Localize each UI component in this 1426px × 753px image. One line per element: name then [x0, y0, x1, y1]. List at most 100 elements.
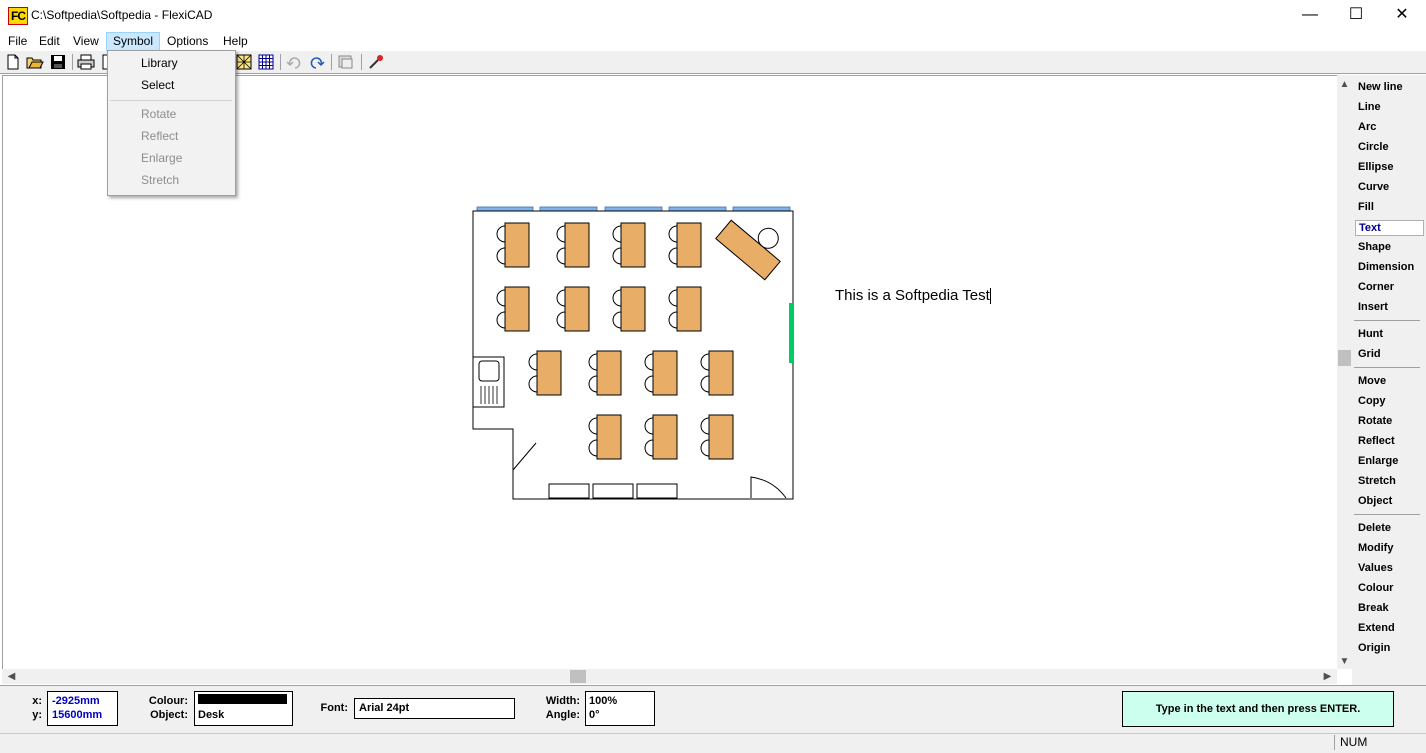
desk: [708, 350, 734, 396]
command-separator: [1354, 320, 1420, 321]
text-entry[interactable]: This is a Softpedia Test: [835, 287, 991, 305]
symbol-menu-enlarge: Enlarge: [141, 151, 183, 165]
title-bar: [0, 0, 1426, 31]
desk: [596, 414, 622, 460]
close-button[interactable]: ✕: [1379, 0, 1425, 31]
font-label: Font:: [320, 702, 348, 714]
vertical-scrollbar[interactable]: [1337, 75, 1352, 669]
angle-label: Angle:: [545, 709, 580, 721]
command-line[interactable]: Line: [1358, 99, 1381, 115]
horizontal-scrollbar[interactable]: [2, 669, 1337, 684]
command-insert[interactable]: Insert: [1358, 299, 1388, 315]
command-dimension[interactable]: Dimension: [1358, 259, 1414, 275]
command-stretch[interactable]: Stretch: [1358, 473, 1396, 489]
sink: [472, 356, 505, 408]
menu-help[interactable]: Help: [217, 32, 254, 50]
command-separator: [1354, 367, 1420, 368]
menu-view[interactable]: View: [67, 32, 105, 50]
object-value: Desk: [198, 709, 225, 721]
maximize-button[interactable]: ☐: [1333, 0, 1379, 31]
door-swing-left: [512, 442, 537, 471]
desk: [504, 222, 530, 268]
command-move[interactable]: Move: [1358, 373, 1386, 389]
symbol-menu-rotate: Rotate: [141, 107, 177, 121]
desk: [564, 286, 590, 332]
toolbar-separator: [331, 54, 332, 70]
desk: [708, 414, 734, 460]
colour-swatch[interactable]: [198, 694, 287, 704]
command-values[interactable]: Values: [1358, 560, 1393, 576]
desk: [676, 286, 702, 332]
door-swing-right: [750, 476, 787, 499]
toolbar-separator: [72, 54, 73, 70]
command-grid[interactable]: Grid: [1358, 346, 1381, 362]
hatch-icon[interactable]: [235, 53, 253, 71]
desk: [620, 286, 646, 332]
desk-rotated: [715, 219, 781, 281]
window-strips: [476, 206, 791, 212]
copy-screen-icon[interactable]: [337, 53, 355, 71]
undo-icon[interactable]: [285, 53, 303, 71]
door-marker: [789, 303, 793, 363]
command-fill[interactable]: Fill: [1358, 199, 1374, 215]
desk: [504, 286, 530, 332]
command-delete[interactable]: Delete: [1358, 520, 1391, 536]
command-reflect[interactable]: Reflect: [1358, 433, 1395, 449]
vertical-scroll-thumb[interactable]: [1338, 350, 1351, 366]
command-arc[interactable]: Arc: [1358, 119, 1376, 135]
command-text[interactable]: Text: [1355, 220, 1424, 236]
command-object[interactable]: Object: [1358, 493, 1392, 509]
app-icon: FC: [8, 7, 28, 25]
command-break[interactable]: Break: [1358, 600, 1389, 616]
colour-label: Colour:: [148, 695, 188, 707]
horizontal-scroll-thumb[interactable]: [570, 670, 586, 683]
symbol-menu-library[interactable]: Library: [141, 53, 178, 73]
command-hunt[interactable]: Hunt: [1358, 326, 1383, 342]
scroll-up-icon[interactable]: ▲: [1337, 77, 1352, 92]
toolbar-separator: [361, 54, 362, 70]
object-label: Object:: [150, 709, 188, 721]
symbol-menu-stretch: Stretch: [141, 173, 180, 187]
grid-icon[interactable]: [257, 53, 275, 71]
floor-plan-drawing[interactable]: [468, 200, 798, 505]
desk: [596, 350, 622, 396]
scroll-left-icon[interactable]: ◀: [4, 669, 19, 684]
new-file-icon[interactable]: [4, 53, 22, 71]
desk: [536, 350, 562, 396]
cupboards: [548, 483, 678, 499]
scroll-down-icon[interactable]: ▼: [1337, 654, 1352, 669]
command-separator: [1354, 514, 1420, 515]
command-modify[interactable]: Modify: [1358, 540, 1393, 556]
font-value: Arial 24pt: [359, 702, 410, 714]
width-value: 100%: [589, 695, 618, 707]
command-extend[interactable]: Extend: [1358, 620, 1395, 636]
command-colour[interactable]: Colour: [1358, 580, 1393, 596]
desk: [620, 222, 646, 268]
open-folder-icon[interactable]: [26, 53, 44, 71]
y-label: y:: [32, 709, 42, 721]
save-icon[interactable]: [49, 53, 67, 71]
menu-edit[interactable]: Edit: [33, 32, 66, 50]
eyedropper-icon[interactable]: [367, 53, 385, 71]
minimize-button[interactable]: —: [1287, 0, 1333, 31]
status-bar: [0, 733, 1426, 753]
window-title: C:\Softpedia\Softpedia - FlexiCAD: [31, 8, 213, 22]
scroll-right-icon[interactable]: ▶: [1320, 669, 1335, 684]
symbol-menu-select[interactable]: Select: [141, 75, 174, 95]
command-new-line[interactable]: New line: [1358, 79, 1403, 95]
command-origin[interactable]: Origin: [1358, 640, 1390, 656]
menu-file[interactable]: File: [2, 32, 33, 50]
menu-options[interactable]: Options: [161, 32, 214, 50]
print-icon[interactable]: [77, 53, 95, 71]
command-rotate[interactable]: Rotate: [1358, 413, 1392, 429]
command-shape[interactable]: Shape: [1358, 239, 1391, 255]
command-copy[interactable]: Copy: [1358, 393, 1386, 409]
redo-icon[interactable]: [308, 53, 326, 71]
menu-symbol[interactable]: Symbol: [106, 32, 161, 52]
command-circle[interactable]: Circle: [1358, 139, 1389, 155]
command-corner[interactable]: Corner: [1358, 279, 1394, 295]
command-curve[interactable]: Curve: [1358, 179, 1389, 195]
command-ellipse[interactable]: Ellipse: [1358, 159, 1393, 175]
command-enlarge[interactable]: Enlarge: [1358, 453, 1398, 469]
width-label: Width:: [545, 695, 580, 707]
